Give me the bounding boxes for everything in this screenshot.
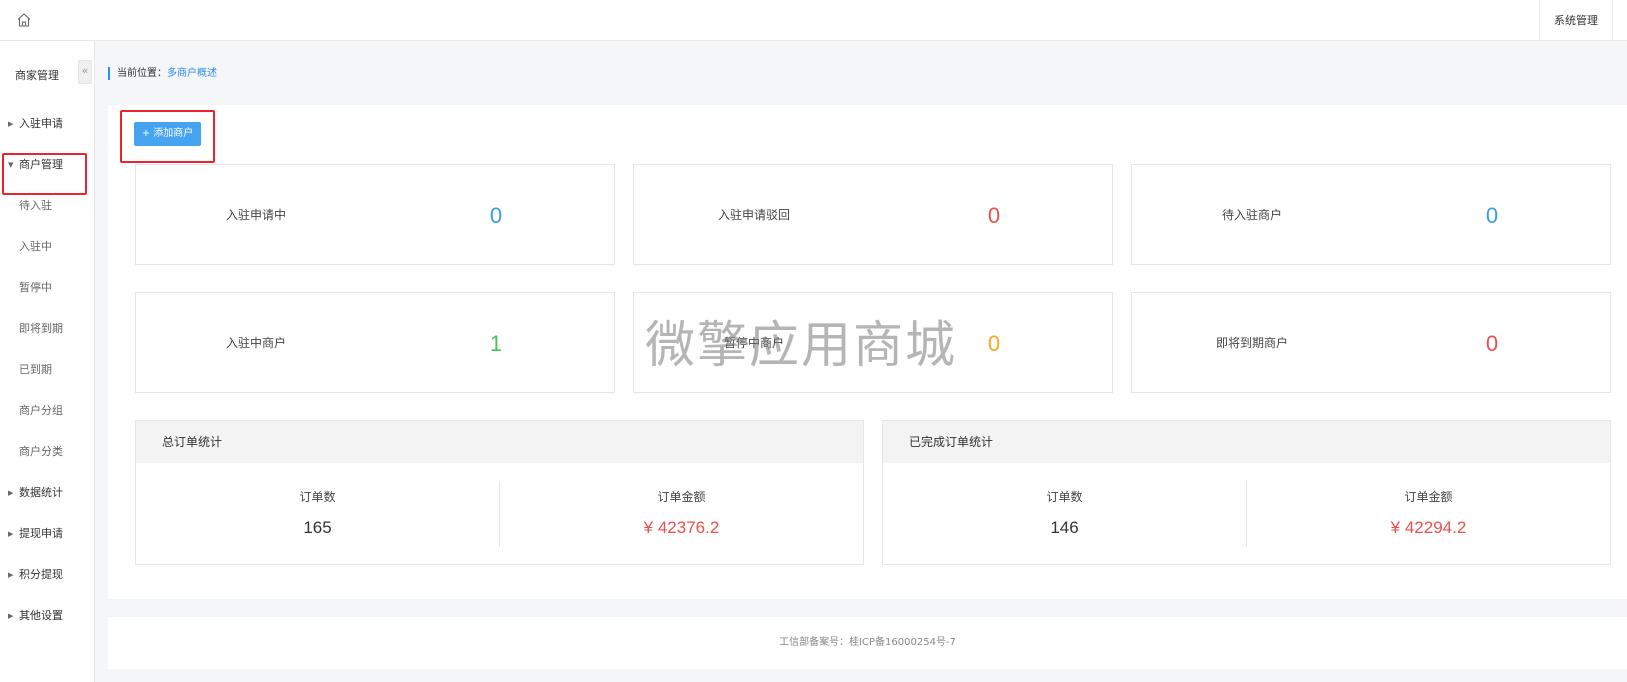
sidebar-item-label: 其他设置 bbox=[19, 609, 63, 622]
order-amount-value: ¥ 42294.2 bbox=[1390, 518, 1467, 537]
sidebar-collapse-button[interactable]: « bbox=[78, 60, 92, 84]
order-amount-label: 订单金额 bbox=[1404, 490, 1453, 504]
stat-label: 待入驻商户 bbox=[1221, 208, 1282, 222]
sidebar-item-merchant-management[interactable]: ▼ 商户管理 bbox=[0, 155, 95, 175]
order-count-value: 165 bbox=[303, 518, 332, 537]
top-bar: 系统管理 bbox=[0, 0, 1627, 41]
order-count-value: 146 bbox=[1050, 518, 1079, 537]
stat-label: 入驻申请驳回 bbox=[717, 208, 790, 222]
sidebar-item-label: 数据统计 bbox=[19, 486, 63, 499]
sidebar-item-label: 待入驻 bbox=[19, 199, 52, 212]
sidebar-item-label: 入驻申请 bbox=[19, 117, 63, 130]
sidebar-item-label: 提现申请 bbox=[19, 527, 63, 540]
home-icon[interactable] bbox=[16, 12, 32, 28]
stat-label: 即将到期商户 bbox=[1215, 336, 1288, 350]
order-panel-completed: 已完成订单统计 订单数 146 订单金额 ¥ 42294.2 bbox=[882, 420, 1611, 565]
stat-label: 入驻申请中 bbox=[225, 208, 286, 222]
stat-card-expiring[interactable]: 即将到期商户 0 bbox=[1131, 292, 1611, 393]
order-panel-title: 总订单统计 bbox=[136, 421, 863, 463]
breadcrumb-current-link[interactable]: 多商户概述 bbox=[167, 68, 217, 79]
breadcrumb: 当前位置：多商户概述 bbox=[108, 67, 217, 80]
stat-card-pending[interactable]: 待入驻商户 0 bbox=[1131, 164, 1611, 265]
sidebar: 商家管理 « ▶ 入驻申请 ▼ 商户管理 待入驻 入驻中 暂停中 即将到期 已到… bbox=[0, 41, 95, 682]
sidebar-item-pending[interactable]: 待入驻 bbox=[0, 196, 95, 216]
order-count-label: 订单数 bbox=[299, 490, 336, 504]
stat-label: 暂停中商户 bbox=[723, 336, 784, 350]
sidebar-item-label: 已到期 bbox=[19, 363, 52, 376]
footer-icp: 工信部备案号：桂ICP备16000254号-7 bbox=[108, 617, 1627, 669]
sidebar-item-join-application[interactable]: ▶ 入驻申请 bbox=[0, 114, 95, 134]
stat-card-rejected[interactable]: 入驻申请驳回 0 bbox=[633, 164, 1113, 265]
sidebar-item-merchant-group[interactable]: 商户分组 bbox=[0, 401, 95, 421]
stat-value: 0 bbox=[489, 203, 503, 228]
order-panel-title: 已完成订单统计 bbox=[883, 421, 1610, 463]
stat-card-paused[interactable]: 暂停中商户 0 bbox=[633, 292, 1113, 393]
sidebar-title: 商家管理 bbox=[15, 69, 59, 82]
sidebar-item-data-statistics[interactable]: ▶ 数据统计 bbox=[0, 483, 95, 503]
order-amount-value: ¥ 42376.2 bbox=[643, 518, 720, 537]
sidebar-item-label: 商户分组 bbox=[19, 404, 63, 417]
sidebar-item-active[interactable]: 入驻中 bbox=[0, 237, 95, 257]
caret-down-icon: ▼ bbox=[8, 161, 14, 169]
sidebar-item-label: 入驻中 bbox=[19, 240, 52, 253]
stat-value: 0 bbox=[987, 331, 1001, 356]
order-panel-total: 总订单统计 订单数 165 订单金额 ¥ 42376.2 bbox=[135, 420, 864, 565]
stat-value: 0 bbox=[1485, 203, 1499, 228]
order-amount-label: 订单金额 bbox=[657, 490, 706, 504]
stat-value: 1 bbox=[489, 331, 503, 356]
sidebar-item-merchant-category[interactable]: 商户分类 bbox=[0, 442, 95, 462]
stat-card-active[interactable]: 入驻中商户 1 bbox=[135, 292, 615, 393]
sidebar-item-label: 商户分类 bbox=[19, 445, 63, 458]
caret-right-icon: ▶ bbox=[8, 120, 14, 128]
caret-right-icon: ▶ bbox=[8, 489, 14, 497]
breadcrumb-prefix: 当前位置： bbox=[117, 68, 167, 79]
sidebar-item-label: 商户管理 bbox=[19, 158, 63, 171]
sidebar-item-label: 即将到期 bbox=[19, 322, 63, 335]
sidebar-item-withdraw-application[interactable]: ▶ 提现申请 bbox=[0, 524, 95, 544]
sidebar-item-other-settings[interactable]: ▶ 其他设置 bbox=[0, 606, 95, 626]
sidebar-item-expiring[interactable]: 即将到期 bbox=[0, 319, 95, 339]
stat-value: 0 bbox=[1485, 331, 1499, 356]
sidebar-item-points-withdraw[interactable]: ▶ 积分提现 bbox=[0, 565, 95, 585]
stat-label: 入驻中商户 bbox=[225, 336, 286, 350]
system-management-button[interactable]: 系统管理 bbox=[1539, 0, 1613, 41]
stat-value: 0 bbox=[987, 203, 1001, 228]
stat-card-applying[interactable]: 入驻申请中 0 bbox=[135, 164, 615, 265]
caret-right-icon: ▶ bbox=[8, 571, 14, 579]
sidebar-item-label: 暂停中 bbox=[19, 281, 52, 294]
sidebar-item-label: 积分提现 bbox=[19, 568, 63, 581]
add-merchant-button[interactable]: + 添加商户 bbox=[134, 122, 201, 146]
order-count-label: 订单数 bbox=[1046, 490, 1083, 504]
caret-right-icon: ▶ bbox=[8, 612, 14, 620]
caret-right-icon: ▶ bbox=[8, 530, 14, 538]
sidebar-item-paused[interactable]: 暂停中 bbox=[0, 278, 95, 298]
sidebar-item-expired[interactable]: 已到期 bbox=[0, 360, 95, 380]
